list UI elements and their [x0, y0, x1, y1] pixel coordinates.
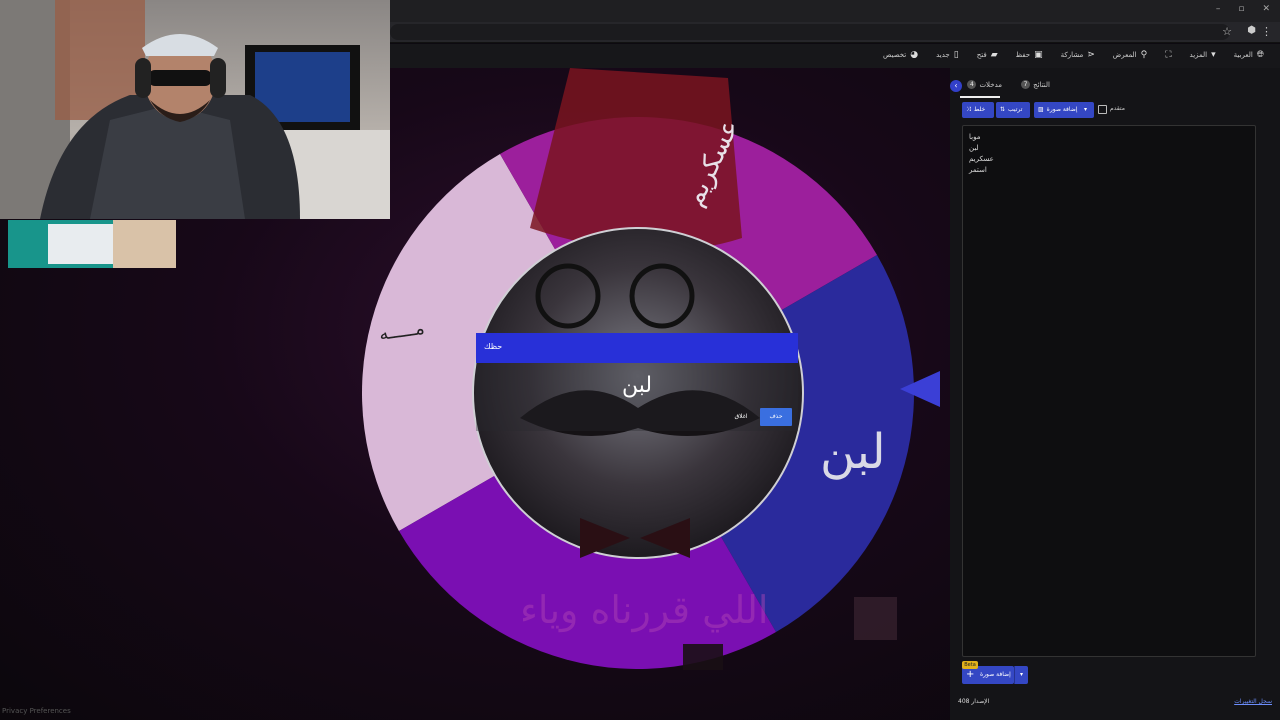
winner-dialog-title-bar: حظك [476, 333, 798, 363]
save-icon: ▣ [1034, 50, 1043, 60]
wheel-pointer [900, 371, 940, 407]
add-image-label-top: إضافة صورة [1046, 106, 1078, 113]
small-thumbnail [854, 597, 897, 640]
address-bar: ☆ ⬢ ⋮ [390, 22, 1280, 43]
new-button[interactable]: ▯ جديد [936, 50, 959, 60]
winner-dialog: لبن اغلاق حذف [476, 363, 798, 431]
version-label: الإصدار 408 [958, 698, 990, 705]
new-label: جديد [936, 51, 950, 59]
customize-label: تخصيص [883, 51, 907, 59]
thumbnail-image [8, 220, 176, 268]
entry-line: موبا [969, 133, 981, 141]
fullscreen-icon: ⛶ [1165, 50, 1172, 60]
winner-dialog-title: حظك [484, 342, 503, 351]
sort-icon: ⇅ [1000, 106, 1006, 113]
entries-textarea[interactable]: موبا لبن عسكريم استمر [962, 125, 1256, 657]
entry-line: استمر [969, 166, 987, 174]
entries-panel: ‹ مدخلات 4 النتائج 7 ⤨ خلط ⇅ ترتيب ▨ إضا… [950, 68, 1280, 720]
more-label: المزيد [1189, 51, 1208, 59]
screen-thumbnail [8, 220, 176, 268]
language-label: العربية [1233, 51, 1253, 59]
customize-button[interactable]: ◕ تخصيص [883, 50, 918, 60]
share-button[interactable]: ⋖ مشاركة [1061, 50, 1095, 60]
tab-results[interactable]: النتائج 7 [1021, 80, 1050, 89]
open-button[interactable]: ▰ فتح [977, 50, 998, 60]
fullscreen-button[interactable]: ⛶ [1165, 50, 1171, 60]
save-label: حفظ [1015, 51, 1031, 59]
share-icon: ⋖ [1087, 50, 1095, 60]
tab-entries[interactable]: مدخلات 4 [967, 80, 1002, 89]
advanced-checkbox[interactable] [1098, 105, 1107, 114]
language-menu[interactable]: 🌐︎ العربية [1234, 50, 1264, 60]
entry-line: عسكريم [969, 155, 994, 163]
search-icon: ⚲ [1140, 50, 1148, 60]
wheel-watermark: اللي قررناه وياء [520, 588, 768, 633]
extension-icon[interactable]: ⬢ [1247, 25, 1256, 36]
caret-down-icon: ▾ [1211, 50, 1216, 60]
entries-list: موبا لبن عسكريم استمر [969, 132, 1255, 176]
app-toolbar: 🌐︎ العربية ▾ المزيد ⛶ ⚲ المعرض ⋖ مشاركة … [390, 44, 1280, 69]
add-image-button-top[interactable]: ▨ إضافة صورة [1034, 102, 1088, 118]
add-image-dropdown-top[interactable]: ▾ [1082, 102, 1094, 118]
window-controls: – ▫ ✕ [1216, 4, 1270, 14]
bookmark-star-icon[interactable]: ☆ [1222, 25, 1232, 38]
more-menu[interactable]: ▾ المزيد [1190, 50, 1216, 60]
shuffle-button[interactable]: ⤨ خلط [962, 102, 994, 118]
webcam-overlay [0, 0, 390, 219]
gallery-button[interactable]: ⚲ المعرض [1113, 50, 1147, 60]
caret-down-icon: ▾ [1084, 106, 1088, 113]
add-image-dropdown-bottom[interactable]: ▾ [1014, 666, 1028, 684]
changelog-link[interactable]: سجل التغييرات [1234, 698, 1272, 705]
share-label: مشاركة [1060, 51, 1084, 59]
active-tab-indicator [960, 96, 1000, 98]
tab-entries-count: 4 [967, 80, 977, 89]
image-icon: ▨ [1038, 106, 1044, 113]
sort-button[interactable]: ⇅ ترتيب [996, 102, 1030, 118]
add-image-label-bottom: إضافة صورة [980, 671, 1011, 678]
document-icon: ▯ [953, 50, 959, 60]
open-label: فتح [976, 51, 987, 59]
winner-name: لبن [621, 373, 653, 398]
save-button[interactable]: ▣ حفظ [1016, 50, 1043, 60]
minimize-button[interactable]: – [1216, 4, 1221, 14]
globe-icon: 🌐︎ [1256, 50, 1264, 60]
small-dark-tile [683, 644, 723, 670]
dialog-remove-button[interactable]: حذف [760, 408, 792, 426]
webcam-image [0, 0, 390, 219]
url-field[interactable] [390, 24, 1230, 40]
restore-button[interactable]: ▫ [1238, 4, 1244, 14]
folder-icon: ▰ [990, 50, 998, 60]
palette-icon: ◕ [910, 50, 919, 60]
tab-results-label: النتائج [1033, 80, 1050, 89]
dialog-close-button[interactable]: اغلاق [726, 408, 756, 426]
browser-menu-icon[interactable]: ⋮ [1261, 25, 1272, 38]
shuffle-label: خلط [973, 106, 986, 113]
entries-toolbar: ⤨ خلط ⇅ ترتيب ▨ إضافة صورة ▾ متقدم [962, 102, 1272, 118]
sort-label: ترتيب [1008, 106, 1023, 113]
tab-results-count: 7 [1021, 80, 1031, 89]
advanced-label: متقدم [1110, 105, 1125, 112]
wheel-label-laban: لبن [820, 424, 886, 480]
shuffle-icon: ⤨ [966, 106, 971, 113]
gallery-label: المعرض [1112, 51, 1137, 59]
panel-tabs: مدخلات 4 النتائج 7 [950, 76, 1270, 98]
privacy-preferences-link[interactable]: Privacy Preferences [2, 707, 71, 715]
tab-entries-label: مدخلات [979, 80, 1002, 89]
close-button[interactable]: ✕ [1262, 4, 1270, 14]
entry-line: لبن [969, 144, 979, 152]
beta-badge: Beta [962, 661, 978, 669]
